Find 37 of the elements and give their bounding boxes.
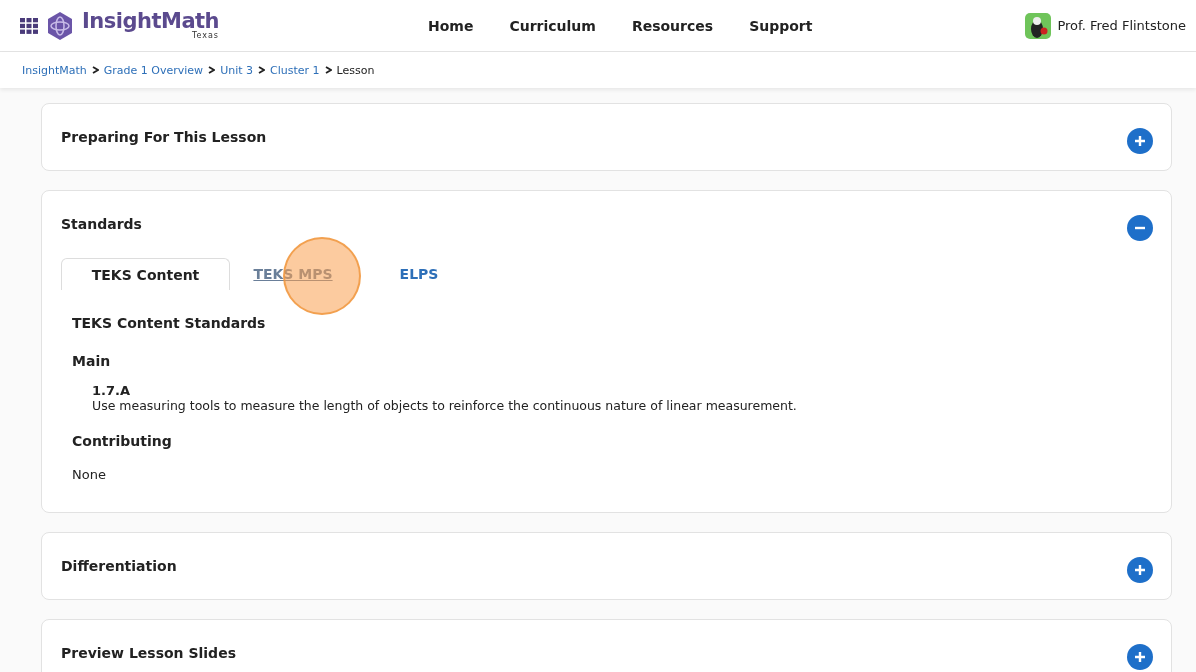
nav-link[interactable]: Resources (613, 17, 732, 34)
expand-button[interactable] (1127, 644, 1153, 670)
section-title[interactable]: Preview Lesson Slides (61, 645, 236, 661)
collapse-button[interactable] (1127, 215, 1153, 241)
plus-icon (1134, 135, 1146, 147)
user-name[interactable]: Prof. Fred Flintstone (1057, 18, 1186, 33)
standard-description: Use measuring tools to measure the length of objects to reinforce the continuous nature of linear measurement. (91, 398, 798, 413)
plus-icon (1134, 651, 1146, 663)
avatar-icon[interactable] (1025, 12, 1052, 39)
chevron-icon (324, 66, 332, 74)
standard-code: 1.7.A (91, 383, 132, 398)
content-heading: TEKS Content Standards (72, 315, 267, 331)
subheading: Main (72, 353, 112, 369)
nav-link[interactable]: Curriculum (491, 17, 614, 34)
nav-link[interactable]: Home (410, 17, 492, 34)
section-title[interactable]: Standards (61, 216, 142, 232)
breadcrumb-link[interactable]: Unit 3 (220, 63, 253, 77)
plus-icon (1134, 564, 1146, 576)
tab[interactable]: TEKS Content (61, 258, 230, 290)
apps-grid-icon[interactable] (20, 17, 38, 34)
breadcrumb-link[interactable]: InsightMath (22, 63, 87, 77)
hexagon-logo-icon (46, 10, 74, 41)
chevron-icon (258, 66, 265, 74)
logo-text[interactable]: InsightMath (82, 11, 220, 32)
section-title[interactable]: Differentiation (61, 558, 177, 574)
breadcrumb-link[interactable]: Cluster 1 (270, 63, 320, 77)
contributing-value: None (72, 467, 107, 482)
chevron-icon (91, 66, 99, 74)
chevron-icon (208, 66, 216, 74)
breadcrumb-link[interactable]: Grade 1 Overview (103, 63, 204, 77)
subheading: Contributing (72, 433, 173, 449)
section-title[interactable]: Preparing For This Lesson (61, 129, 267, 145)
nav-link[interactable]: Support (731, 17, 831, 34)
logo-subtitle: Texas (191, 32, 220, 40)
expand-button[interactable] (1127, 128, 1153, 154)
expand-button[interactable] (1127, 557, 1153, 583)
breadcrumb-current: Lesson (336, 63, 375, 77)
